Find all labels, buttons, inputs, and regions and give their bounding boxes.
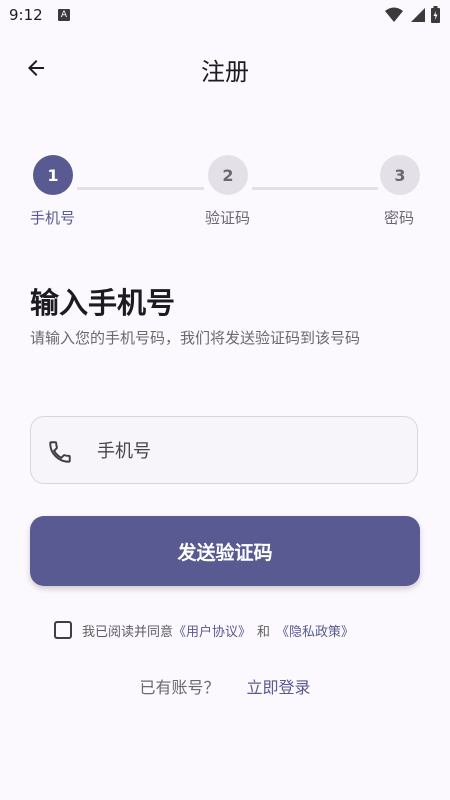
login-link[interactable]: 立即登录 <box>247 678 311 697</box>
step-connector-2 <box>252 187 378 190</box>
step-3-label: 密码 <box>384 209 415 227</box>
login-row: 已有账号？ 立即登录 <box>0 674 450 698</box>
step-2-circle: 2 <box>208 155 248 195</box>
status-icons <box>385 6 440 23</box>
status-bar: 9:12 A <box>0 0 450 32</box>
notification-icon: A <box>58 9 70 21</box>
signal-icon <box>411 7 425 22</box>
step-2-label: 验证码 <box>205 209 251 227</box>
agreement-row: 我已阅读并同意 《用户协议》 和 《隐私政策》 <box>54 618 354 642</box>
user-agreement-link[interactable]: 《用户协议》 <box>173 621 251 640</box>
section-description: 请输入您的手机号码，我们将发送验证码到该号码 <box>30 329 361 347</box>
step-3-circle: 3 <box>380 155 420 195</box>
step-1-label: 手机号 <box>30 209 76 227</box>
wifi-icon <box>385 7 403 22</box>
phone-field[interactable] <box>30 416 418 485</box>
status-time: 9:12 <box>9 6 43 24</box>
login-question: 已有账号？ <box>139 678 220 697</box>
section-heading: 输入手机号 <box>30 286 176 320</box>
page-title: 注册 <box>201 58 249 86</box>
step-1-circle: 1 <box>33 155 73 195</box>
agreement-conjunction: 和 <box>257 624 271 640</box>
battery-icon <box>431 6 440 23</box>
step-connector-1 <box>77 187 204 190</box>
send-code-button[interactable]: 发送验证码 <box>30 516 420 586</box>
agreement-prefix: 我已阅读并同意 <box>82 624 174 640</box>
privacy-policy-link[interactable]: 《隐私政策》 <box>276 621 354 640</box>
phone-input[interactable] <box>95 417 399 485</box>
phone-icon <box>49 441 71 463</box>
app-bar: 注册 <box>0 40 450 96</box>
agreement-checkbox[interactable] <box>54 621 72 639</box>
